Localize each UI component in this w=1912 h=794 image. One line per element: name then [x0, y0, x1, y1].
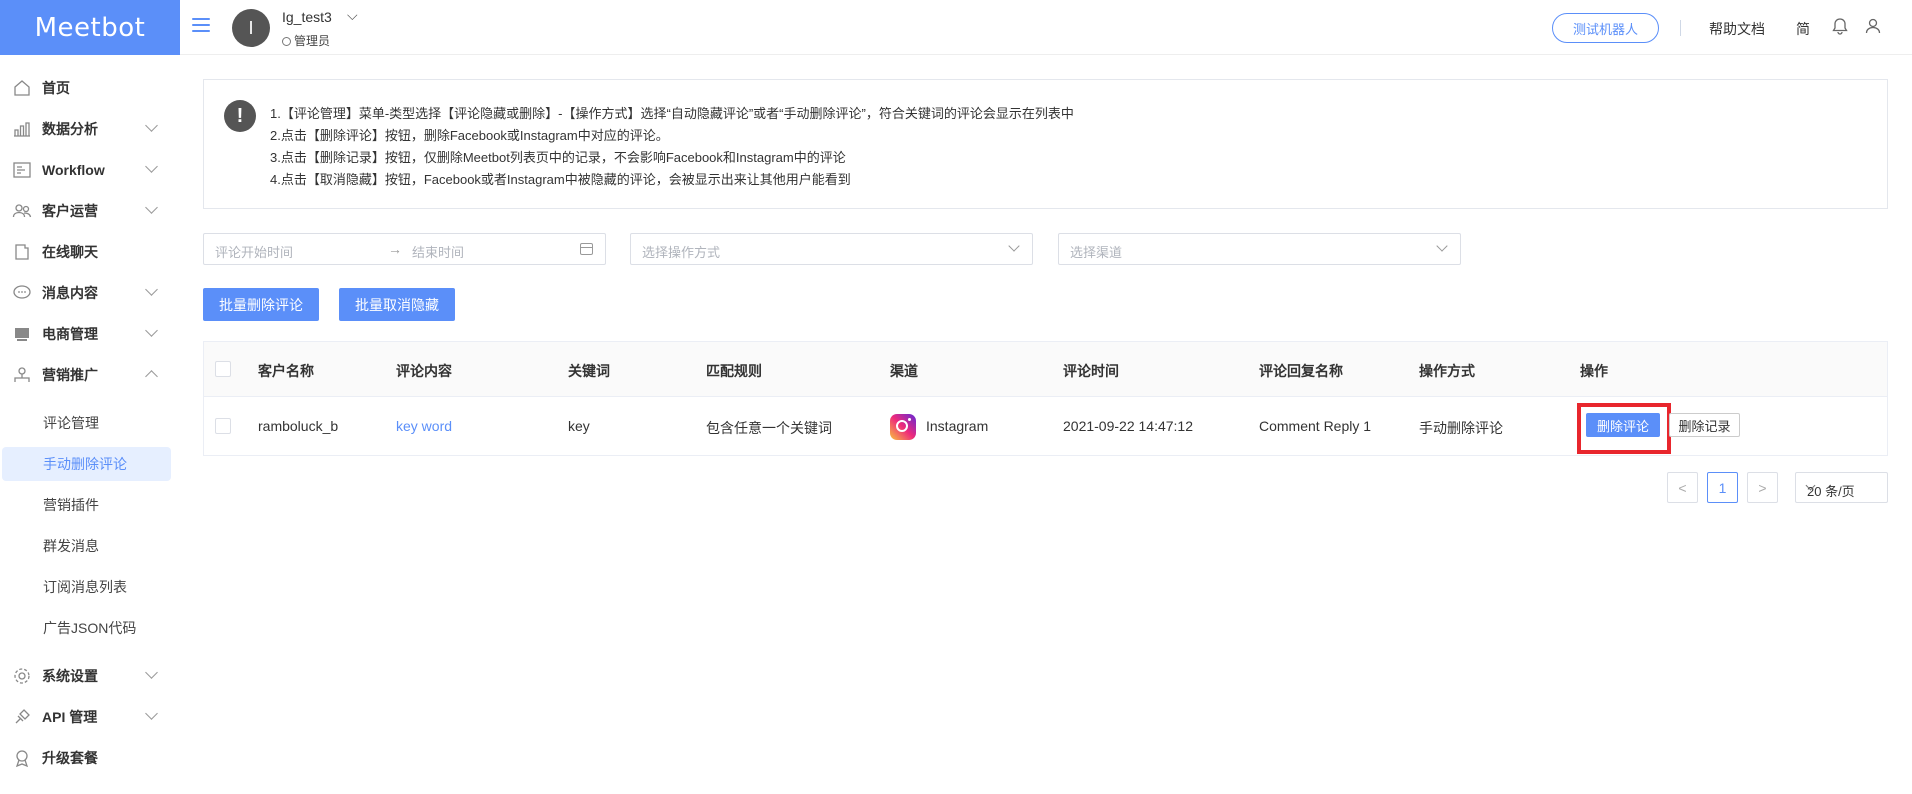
sidebar-sub-marketing-plugins[interactable]: 营销插件 [2, 488, 171, 522]
pager-page-1[interactable]: 1 [1707, 472, 1738, 503]
batch-delete-button[interactable]: 批量删除评论 [203, 288, 319, 321]
delete-comment-button[interactable]: 删除评论 [1586, 413, 1660, 437]
chevron-down-icon [1008, 240, 1020, 252]
row-checkbox[interactable] [215, 418, 231, 434]
batch-unhide-button[interactable]: 批量取消隐藏 [339, 288, 455, 321]
sidebar: 首页 数据分析 Workflow 客户运营 在线聊天 消息内容 电商管理 营销推… [0, 55, 180, 794]
help-docs-link[interactable]: 帮助文档 [1709, 19, 1765, 39]
hamburger-menu-icon[interactable] [192, 18, 210, 34]
operation-select[interactable]: 选择操作方式 [630, 233, 1033, 265]
header-divider [1680, 20, 1681, 36]
shop-icon [15, 328, 29, 341]
sidebar-item-live-chat[interactable]: 在线聊天 [0, 232, 180, 272]
pager-next-button[interactable]: > [1747, 472, 1778, 503]
top-header: I Ig_test3 ⌵ 管理员 测试机器人 帮助文档 简 [180, 0, 1912, 55]
chat-icon [15, 244, 29, 260]
person-icon [282, 37, 291, 46]
users-icon [12, 204, 32, 218]
plug-icon [15, 709, 30, 724]
sidebar-item-workflow[interactable]: Workflow [0, 150, 180, 190]
meetbot-logo[interactable]: Meetbot [0, 0, 180, 55]
user-role: 管理员 [282, 32, 330, 49]
notice-text: 1.【评论管理】菜单-类型选择【评论隐藏或删除】-【操作方式】选择“自动隐藏评论… [270, 106, 1074, 187]
sidebar-item-ecommerce[interactable]: 电商管理 [0, 314, 180, 354]
sidebar-item-upgrade[interactable]: 升级套餐 [0, 738, 180, 778]
select-all-checkbox[interactable] [215, 361, 231, 377]
comments-table: 客户名称 评论内容 关键词 匹配规则 渠道 评论时间 评论回复名称 操作方式 操… [203, 341, 1888, 456]
sidebar-item-analytics[interactable]: 数据分析 [0, 109, 180, 149]
delete-record-button[interactable]: 删除记录 [1669, 413, 1740, 437]
sidebar-item-customers[interactable]: 客户运营 [0, 191, 180, 231]
chevron-down-icon [145, 324, 158, 337]
chevron-down-icon [145, 201, 158, 214]
message-icon [13, 285, 31, 299]
sidebar-sub-manual-delete-comments[interactable]: 手动删除评论 [2, 447, 171, 481]
table-header: 客户名称 评论内容 关键词 匹配规则 渠道 评论时间 评论回复名称 操作方式 操… [204, 342, 1887, 397]
home-icon [14, 80, 30, 96]
avatar[interactable]: I [232, 9, 270, 47]
calendar-icon [580, 243, 593, 255]
sidebar-item-messages[interactable]: 消息内容 [0, 273, 180, 313]
chevron-down-icon [145, 160, 158, 173]
sidebar-sub-broadcast[interactable]: 群发消息 [2, 529, 171, 563]
chevron-down-icon [145, 666, 158, 679]
language-switch[interactable]: 简 [1796, 19, 1810, 39]
chevron-down-icon [145, 283, 158, 296]
instagram-icon [890, 414, 916, 440]
exclamation-icon: ! [224, 100, 256, 132]
sidebar-sub-comment-management[interactable]: 评论管理 [2, 406, 171, 440]
sidebar-sub-subscription-list[interactable]: 订阅消息列表 [2, 570, 171, 604]
page-size-select[interactable]: 20 条/页 [1795, 472, 1888, 503]
chevron-up-icon [145, 370, 158, 383]
bell-icon[interactable] [1830, 16, 1850, 36]
sidebar-item-api[interactable]: API 管理 [0, 697, 180, 737]
user-name[interactable]: Ig_test3 [282, 9, 332, 25]
award-icon [15, 750, 29, 768]
table-row: ramboluck_b key word key 包含任意一个关键词 Insta… [204, 397, 1887, 456]
sidebar-sub-ad-json-code[interactable]: 广告JSON代码 [2, 611, 171, 645]
chevron-down-icon[interactable]: ⌵ [347, 7, 358, 24]
sidebar-item-settings[interactable]: 系统设置 [0, 656, 180, 696]
channel-select[interactable]: 选择渠道 [1058, 233, 1461, 265]
chart-icon [14, 122, 30, 137]
sidebar-item-home[interactable]: 首页 [0, 68, 180, 108]
sidebar-item-marketing[interactable]: 营销推广 [0, 355, 180, 395]
info-notice: ! 1.【评论管理】菜单-类型选择【评论隐藏或删除】-【操作方式】选择“自动隐藏… [203, 79, 1888, 209]
pager-prev-button[interactable]: < [1667, 472, 1698, 503]
comment-content-link[interactable]: key word [396, 418, 452, 434]
chevron-down-icon [145, 707, 158, 720]
date-range-picker[interactable]: 评论开始时间 → 结束时间 [203, 233, 606, 265]
marketing-icon [14, 367, 30, 382]
chevron-down-icon [145, 119, 158, 132]
gear-icon [14, 668, 30, 684]
test-bot-button[interactable]: 测试机器人 [1552, 13, 1659, 43]
user-icon[interactable] [1863, 16, 1883, 36]
workflow-icon [13, 162, 31, 178]
chevron-down-icon [1436, 240, 1448, 252]
